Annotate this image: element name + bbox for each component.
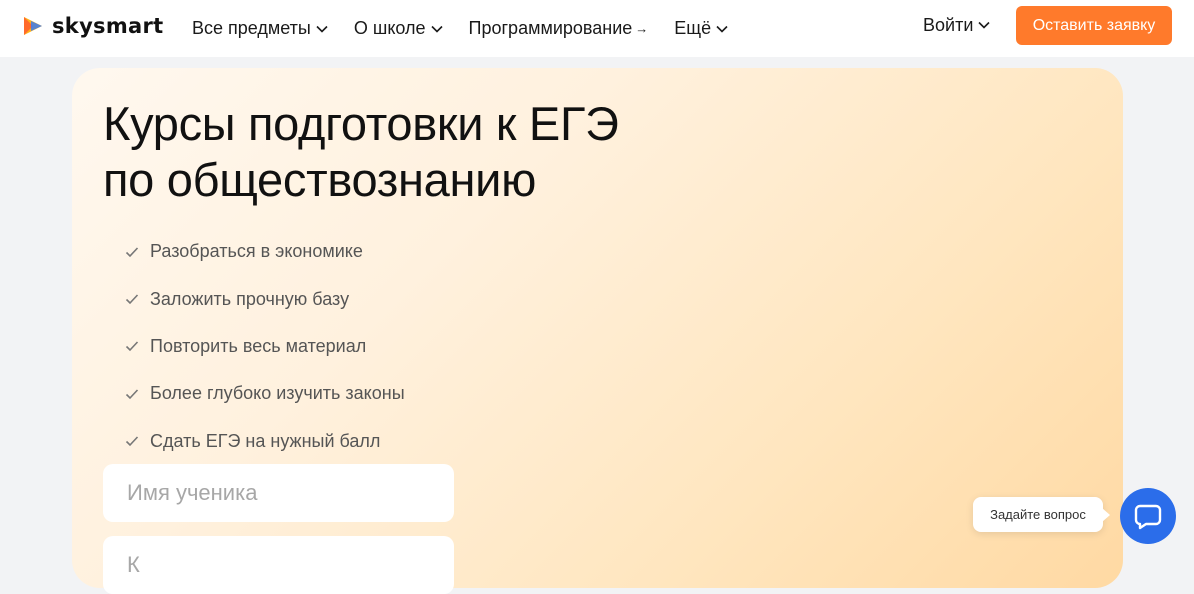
feature-list: Разобраться в экономике Заложить прочную… [125, 228, 405, 465]
submit-application-button[interactable]: Оставить заявку [1016, 6, 1172, 45]
check-icon [125, 341, 139, 352]
feature-text: Заложить прочную базу [150, 288, 350, 309]
check-icon [125, 294, 139, 305]
login-label: Войти [923, 14, 974, 35]
nav-item-about-school[interactable]: О школе [354, 18, 443, 39]
chat-tooltip[interactable]: Задайте вопрос [973, 497, 1110, 532]
list-item: Повторить весь материал [125, 323, 405, 370]
chat-bubble-icon [1134, 504, 1162, 530]
logo-play-icon [24, 17, 42, 35]
list-item: Сдать ЕГЭ на нужный балл [125, 418, 405, 465]
login-button[interactable]: Войти [923, 0, 990, 50]
arrow-right-icon: → [635, 21, 649, 36]
brand-logo[interactable]: skysmart [22, 14, 164, 38]
list-item: Заложить прочную базу [125, 275, 405, 322]
chevron-down-icon [978, 21, 990, 29]
feature-text: Более глубоко изучить законы [150, 383, 405, 404]
brand-name: skysmart [52, 14, 164, 38]
chevron-down-icon [716, 25, 728, 33]
nav-item-label: Ещё [674, 18, 712, 38]
check-icon [125, 247, 139, 257]
feature-text: Сдать ЕГЭ на нужный балл [150, 430, 381, 451]
site-header: skysmart Все предметы О школе Программир… [0, 0, 1194, 57]
main-nav: Все предметы О школе Программирование → … [192, 0, 754, 57]
page-title-line-1: Курсы подготовки к ЕГЭ [103, 97, 619, 150]
check-icon [125, 436, 139, 447]
nav-item-all-subjects[interactable]: Все предметы [192, 18, 328, 39]
nav-item-label: Все предметы [192, 18, 311, 38]
nav-item-label: Программирование [468, 18, 633, 38]
list-item: Более глубоко изучить законы [125, 370, 405, 417]
list-item: Разобраться в экономике [125, 228, 405, 275]
chat-button[interactable] [1120, 488, 1176, 544]
nav-item-label: О школе [353, 18, 426, 38]
chevron-down-icon [316, 25, 328, 33]
nav-item-more[interactable]: Ещё [674, 18, 728, 39]
student-name-input[interactable] [103, 464, 454, 522]
check-icon [125, 389, 139, 400]
nav-item-programming[interactable]: Программирование → [469, 18, 649, 39]
feature-text: Разобраться в экономике [150, 241, 363, 262]
chevron-down-icon [430, 25, 443, 33]
feature-text: Повторить весь материал [150, 335, 367, 356]
page-title-line-2: по обществознанию [103, 153, 537, 206]
second-form-input[interactable] [103, 536, 454, 594]
page-title: Курсы подготовки к ЕГЭ по обществознанию [103, 96, 743, 208]
